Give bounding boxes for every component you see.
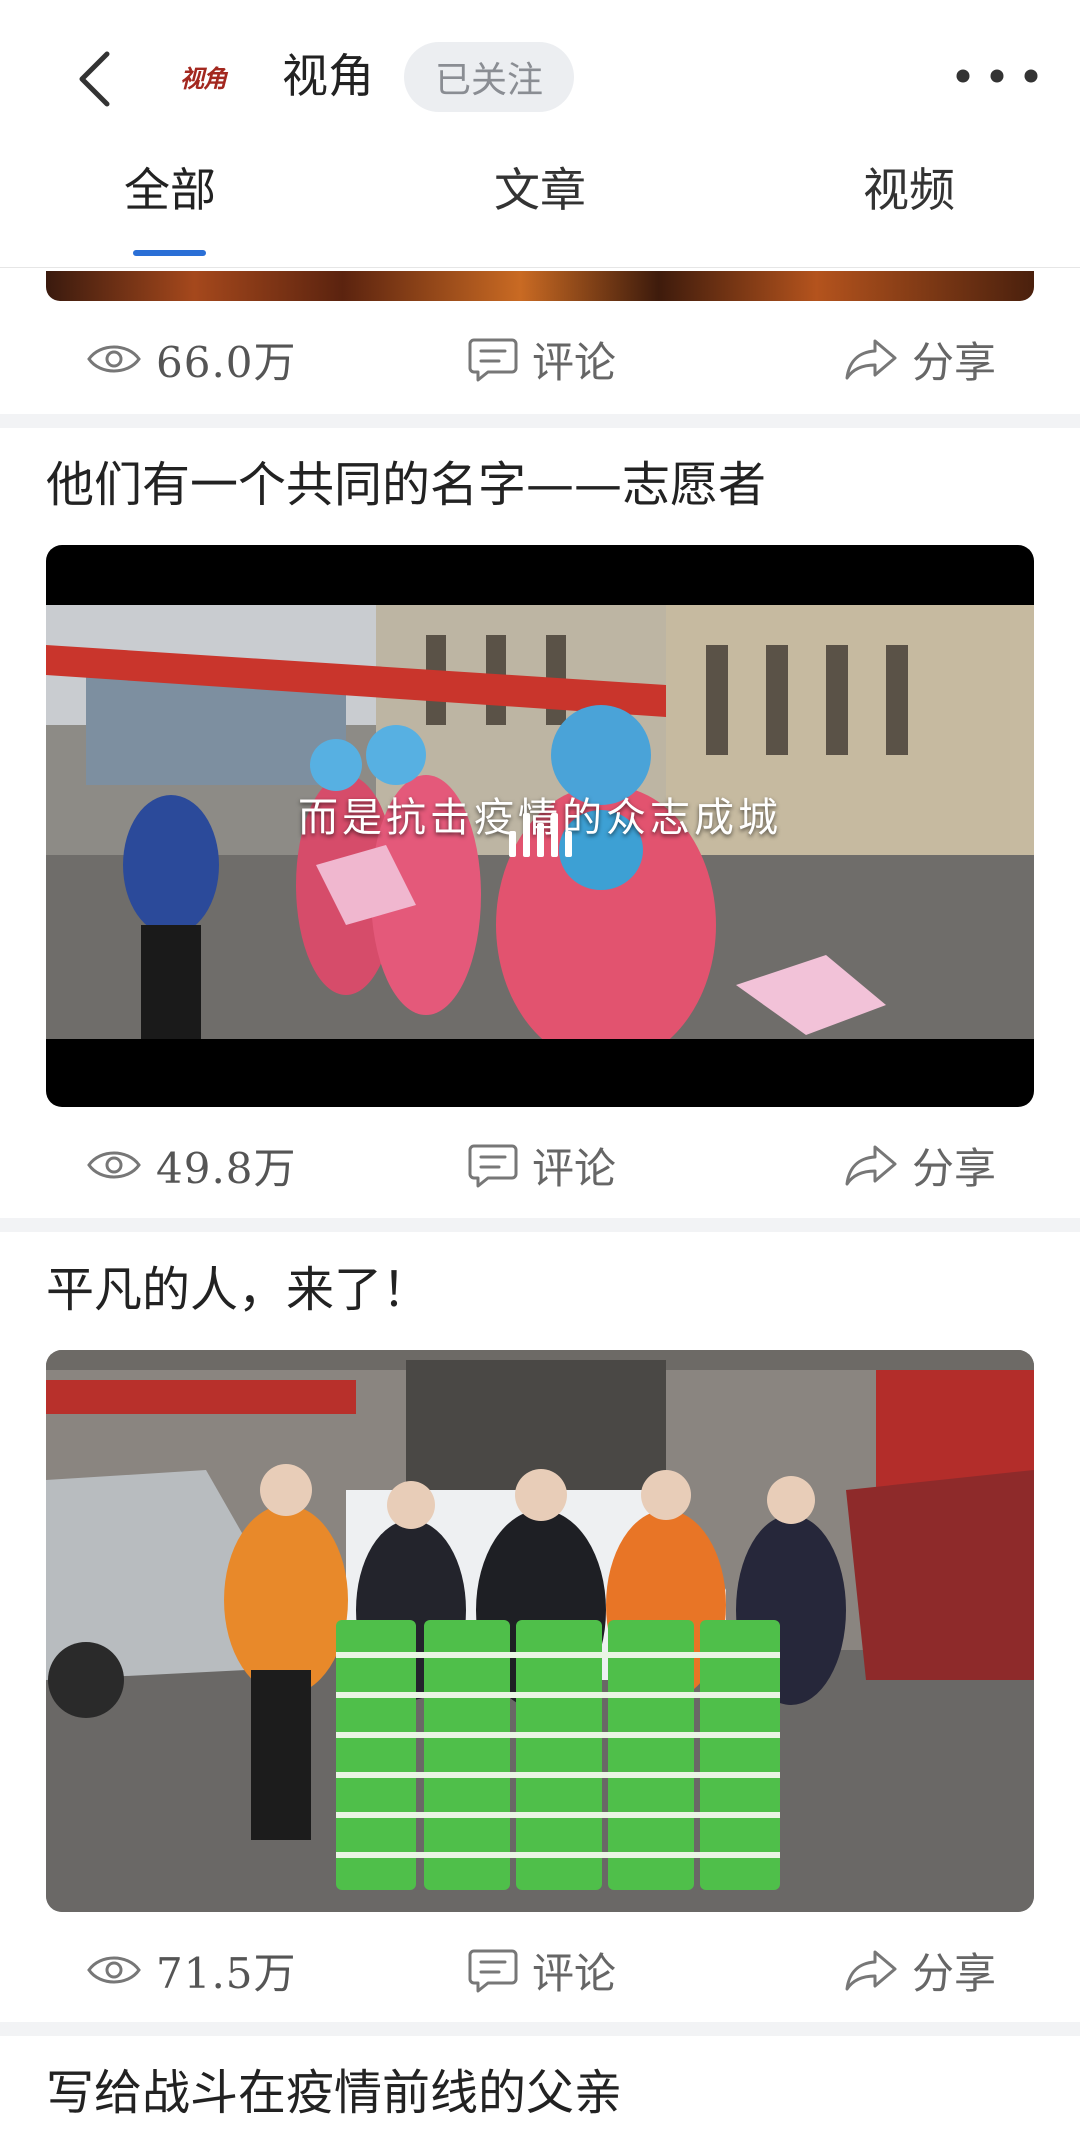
share-button[interactable]: 分享	[844, 1120, 996, 1210]
article-thumbnail[interactable]	[46, 271, 1034, 301]
article-image[interactable]	[46, 1350, 1034, 1912]
share-label: 分享	[912, 1143, 997, 1193]
article-title[interactable]: 他们有一个共同的名字——志愿者	[46, 450, 766, 520]
card-separator	[0, 414, 1080, 428]
comment-icon	[468, 1949, 518, 1993]
article-title[interactable]: 写给战斗在疫情前线的父亲	[46, 2058, 622, 2128]
share-button[interactable]: 分享	[844, 314, 996, 404]
eye-icon	[87, 1956, 141, 1984]
follow-button[interactable]: 已关注	[404, 42, 574, 112]
comment-button[interactable]: 评论	[468, 314, 616, 404]
card-separator	[0, 2022, 1080, 2036]
tab-videos[interactable]: 视频	[843, 150, 975, 230]
share-label: 分享	[912, 1948, 997, 1998]
chevron-left-icon	[79, 51, 110, 107]
top-bar: 视角 视角 已关注 全部 文章 视频	[0, 0, 1080, 270]
tab-articles[interactable]: 文章	[474, 150, 606, 230]
video-player[interactable]: 而是抗击疫情的众志成城	[46, 545, 1034, 1107]
comment-button[interactable]: 评论	[468, 1925, 616, 2015]
channel-name[interactable]: 视角	[282, 44, 374, 108]
comment-label: 评论	[532, 337, 617, 387]
more-dots-icon	[956, 69, 1038, 83]
share-button[interactable]: 分享	[844, 1925, 996, 2015]
view-count: 49.8万	[86, 1120, 297, 1210]
comment-icon	[468, 1144, 518, 1188]
share-icon	[845, 1145, 897, 1186]
back-button[interactable]	[66, 44, 122, 114]
share-icon	[845, 339, 897, 380]
article-stats: 49.8万 评论 分享	[0, 1120, 1080, 1210]
view-count-value: 49.8万	[156, 1143, 297, 1193]
eye-icon	[87, 1151, 141, 1179]
comment-icon	[468, 338, 518, 382]
play-icon[interactable]	[502, 807, 578, 857]
article-stats: 71.5万 评论 分享	[0, 1925, 1080, 2015]
view-count: 66.0万	[86, 314, 297, 404]
card-separator	[0, 1218, 1080, 1232]
tab-bar: 全部 文章 视频	[0, 150, 1080, 268]
view-count-value: 66.0万	[156, 337, 297, 387]
photo-volunteers	[46, 1350, 1034, 1912]
tab-all[interactable]: 全部	[104, 150, 236, 230]
view-count-value: 71.5万	[156, 1948, 297, 1998]
view-count: 71.5万	[86, 1925, 297, 2015]
article-title[interactable]: 平凡的人，来了！	[46, 1255, 430, 1325]
header-divider	[0, 267, 1080, 268]
eye-icon	[87, 345, 141, 373]
comment-button[interactable]: 评论	[468, 1120, 616, 1210]
comment-label: 评论	[532, 1948, 617, 1998]
channel-logo[interactable]: 视角	[170, 54, 236, 98]
active-tab-indicator	[133, 250, 206, 256]
share-icon	[845, 1950, 897, 1991]
article-stats: 66.0万 评论 分享	[0, 314, 1080, 404]
share-label: 分享	[912, 337, 997, 387]
more-button[interactable]	[946, 62, 1056, 90]
comment-label: 评论	[532, 1143, 617, 1193]
